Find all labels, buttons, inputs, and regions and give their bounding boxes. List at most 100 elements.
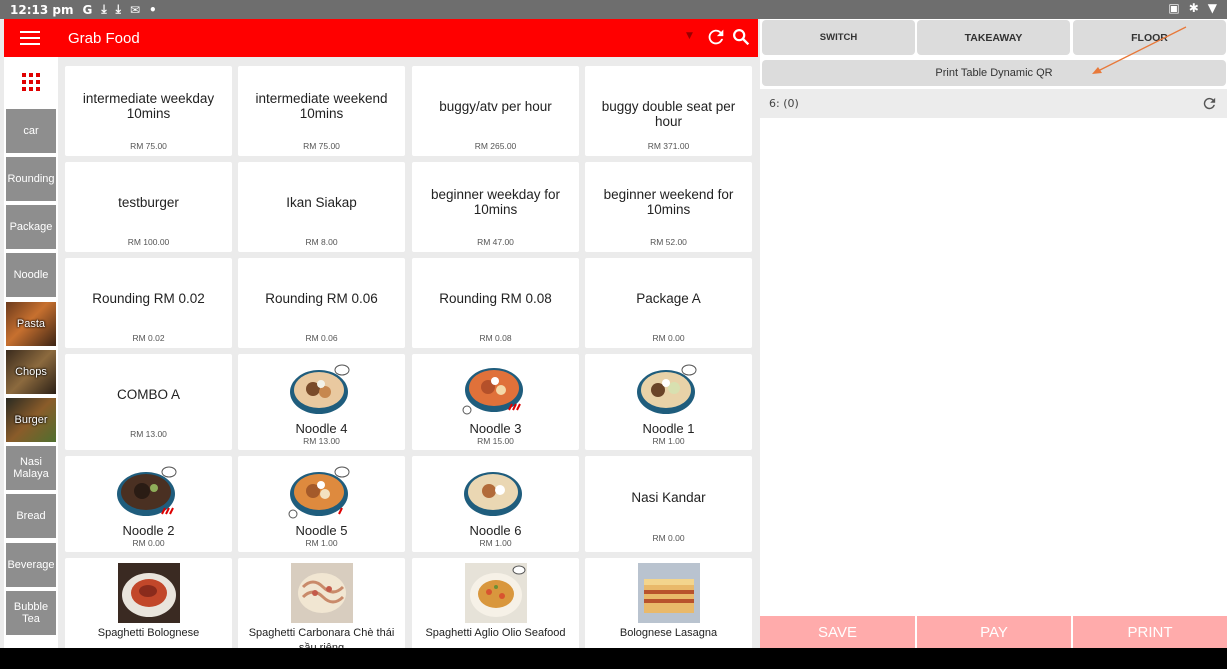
print-button[interactable]: PRINT: [1073, 616, 1227, 648]
product-card[interactable]: buggy double seat per hour RM 371.00: [585, 66, 752, 156]
product-card[interactable]: buggy/atv per hour RM 265.00: [412, 66, 579, 156]
category-noodle[interactable]: Noodle: [6, 253, 56, 297]
refresh-icon[interactable]: [1201, 95, 1218, 112]
category-package[interactable]: Package: [6, 205, 56, 249]
product-card[interactable]: beginner weekday for 10mins RM 47.00: [412, 162, 579, 252]
product-price: RM 75.00: [303, 141, 340, 151]
product-price: RM 13.00: [303, 436, 340, 446]
noodle-bowl-image: [463, 472, 522, 516]
product-card[interactable]: COMBO A RM 13.00: [65, 354, 232, 450]
product-card[interactable]: Rounding RM 0.08 RM 0.08: [412, 258, 579, 348]
menu-icon[interactable]: [4, 19, 56, 57]
noodle-bowl-image: [289, 364, 349, 414]
product-card[interactable]: Nasi Kandar RM 0.00: [585, 456, 752, 552]
product-card[interactable]: Rounding RM 0.06 RM 0.06: [238, 258, 405, 348]
product-card[interactable]: Spaghetti Aglio Olio Seafood: [412, 558, 579, 648]
product-name: Package A: [636, 291, 701, 306]
product-card[interactable]: Noodle 1 RM 1.00: [585, 354, 752, 450]
product-price: RM 75.00: [130, 141, 167, 151]
product-name: Bolognese Lasagna: [619, 627, 718, 639]
download-icon: ⤓: [101, 2, 107, 16]
page-title: Grab Food: [68, 29, 140, 47]
notification-dot-icon: •: [149, 2, 157, 17]
wifi-icon: ▼: [1207, 1, 1217, 15]
product-card[interactable]: Package A RM 0.00: [585, 258, 752, 348]
product-name: Noodle 1: [642, 421, 695, 436]
product-name: Noodle 6: [469, 523, 522, 538]
product-price: RM 8.00: [305, 237, 338, 247]
product-name: intermediate weekend 10mins: [255, 91, 388, 121]
chevron-down-icon[interactable]: ▼: [686, 31, 693, 41]
category-burger[interactable]: Burger: [6, 398, 56, 442]
product-card[interactable]: Noodle 5 RM 1.00: [238, 456, 405, 552]
product-name: Rounding RM 0.02: [92, 291, 205, 306]
lasagna-photo: [637, 563, 700, 623]
mail-icon: ✉: [129, 2, 141, 17]
product-name: testburger: [118, 195, 179, 210]
product-card[interactable]: Noodle 6 RM 1.00: [412, 456, 579, 552]
product-price: RM 1.00: [479, 538, 512, 548]
app-toolbar: Grab Food ▼: [4, 19, 758, 57]
product-card[interactable]: Spaghetti Carbonara Chè thái sầu riêng: [238, 558, 405, 648]
product-card[interactable]: Spaghetti Bolognese: [65, 558, 232, 648]
noodle-bowl-image: [636, 364, 696, 414]
product-name: Spaghetti Carbonara Chè thái sầu riêng: [248, 627, 395, 648]
status-bar: 12:13 pm G ⤓ ⤓ ✉ • ▣ ✱ ▼: [0, 0, 1227, 19]
spaghetti-photo: [290, 563, 353, 623]
takeaway-button[interactable]: TAKEAWAY: [917, 20, 1070, 55]
product-price: RM 15.00: [477, 436, 514, 446]
product-card[interactable]: Rounding RM 0.02 RM 0.02: [65, 258, 232, 348]
product-grid: intermediate weekday 10mins RM 75.00 int…: [60, 62, 758, 648]
product-price: RM 0.06: [305, 333, 338, 343]
status-time: 12:13 pm: [10, 2, 74, 17]
floor-button[interactable]: FLOOR: [1073, 20, 1226, 55]
table-label: 6: (0): [769, 97, 799, 110]
product-price: RM 1.00: [652, 436, 685, 446]
product-card[interactable]: Ikan Siakap RM 8.00: [238, 162, 405, 252]
product-price: RM 0.00: [652, 333, 685, 343]
product-name: intermediate weekday 10mins: [82, 91, 215, 121]
product-price: RM 0.02: [132, 333, 165, 343]
category-car[interactable]: car: [6, 109, 56, 153]
category-all[interactable]: [6, 60, 56, 104]
product-card[interactable]: beginner weekend for 10mins RM 52.00: [585, 162, 752, 252]
product-card[interactable]: Noodle 3 RM 15.00: [412, 354, 579, 450]
category-nasi-malaya[interactable]: Nasi Malaya: [6, 446, 56, 490]
search-icon[interactable]: [730, 26, 752, 48]
product-card[interactable]: testburger RM 100.00: [65, 162, 232, 252]
app-screen: 12:13 pm G ⤓ ⤓ ✉ • ▣ ✱ ▼ Grab Food ▼ car…: [0, 0, 1227, 648]
product-card[interactable]: Noodle 2 RM 0.00: [65, 456, 232, 552]
product-card[interactable]: intermediate weekday 10mins RM 75.00: [65, 66, 232, 156]
category-bubble-tea[interactable]: Bubble Tea: [6, 591, 56, 635]
product-price: RM 52.00: [650, 237, 687, 247]
category-beverage[interactable]: Beverage: [6, 543, 56, 587]
print-table-qr-button[interactable]: Print Table Dynamic QR: [762, 60, 1226, 86]
product-name: Nasi Kandar: [631, 490, 706, 505]
spaghetti-photo: [464, 563, 527, 623]
product-price: RM 0.00: [132, 538, 165, 548]
product-name: Noodle 4: [295, 421, 348, 436]
product-name: beginner weekday for 10mins: [430, 187, 561, 217]
noodle-bowl-image: [462, 368, 523, 415]
product-price: RM 0.08: [479, 333, 512, 343]
product-card[interactable]: intermediate weekend 10mins RM 75.00: [238, 66, 405, 156]
product-name: beginner weekend for 10mins: [603, 187, 734, 217]
google-icon: G: [82, 2, 93, 17]
product-name: Noodle 5: [295, 523, 348, 538]
product-name: Rounding RM 0.06: [265, 291, 378, 306]
refresh-icon[interactable]: [705, 26, 727, 48]
category-rounding[interactable]: Rounding: [6, 157, 56, 201]
table-info-row: 6: (0): [760, 89, 1227, 118]
product-name: COMBO A: [116, 387, 180, 402]
switch-button[interactable]: SWITCH: [762, 20, 915, 55]
product-name: Noodle 2: [122, 523, 175, 538]
category-chops[interactable]: Chops: [6, 350, 56, 394]
product-card[interactable]: Noodle 4 RM 13.00: [238, 354, 405, 450]
pay-button[interactable]: PAY: [917, 616, 1071, 648]
product-card[interactable]: Bolognese Lasagna: [585, 558, 752, 648]
save-button[interactable]: SAVE: [760, 616, 915, 648]
product-price: RM 47.00: [477, 237, 514, 247]
product-price: RM 0.00: [652, 533, 685, 543]
category-bread[interactable]: Bread: [6, 494, 56, 538]
category-pasta[interactable]: Pasta: [6, 302, 56, 346]
